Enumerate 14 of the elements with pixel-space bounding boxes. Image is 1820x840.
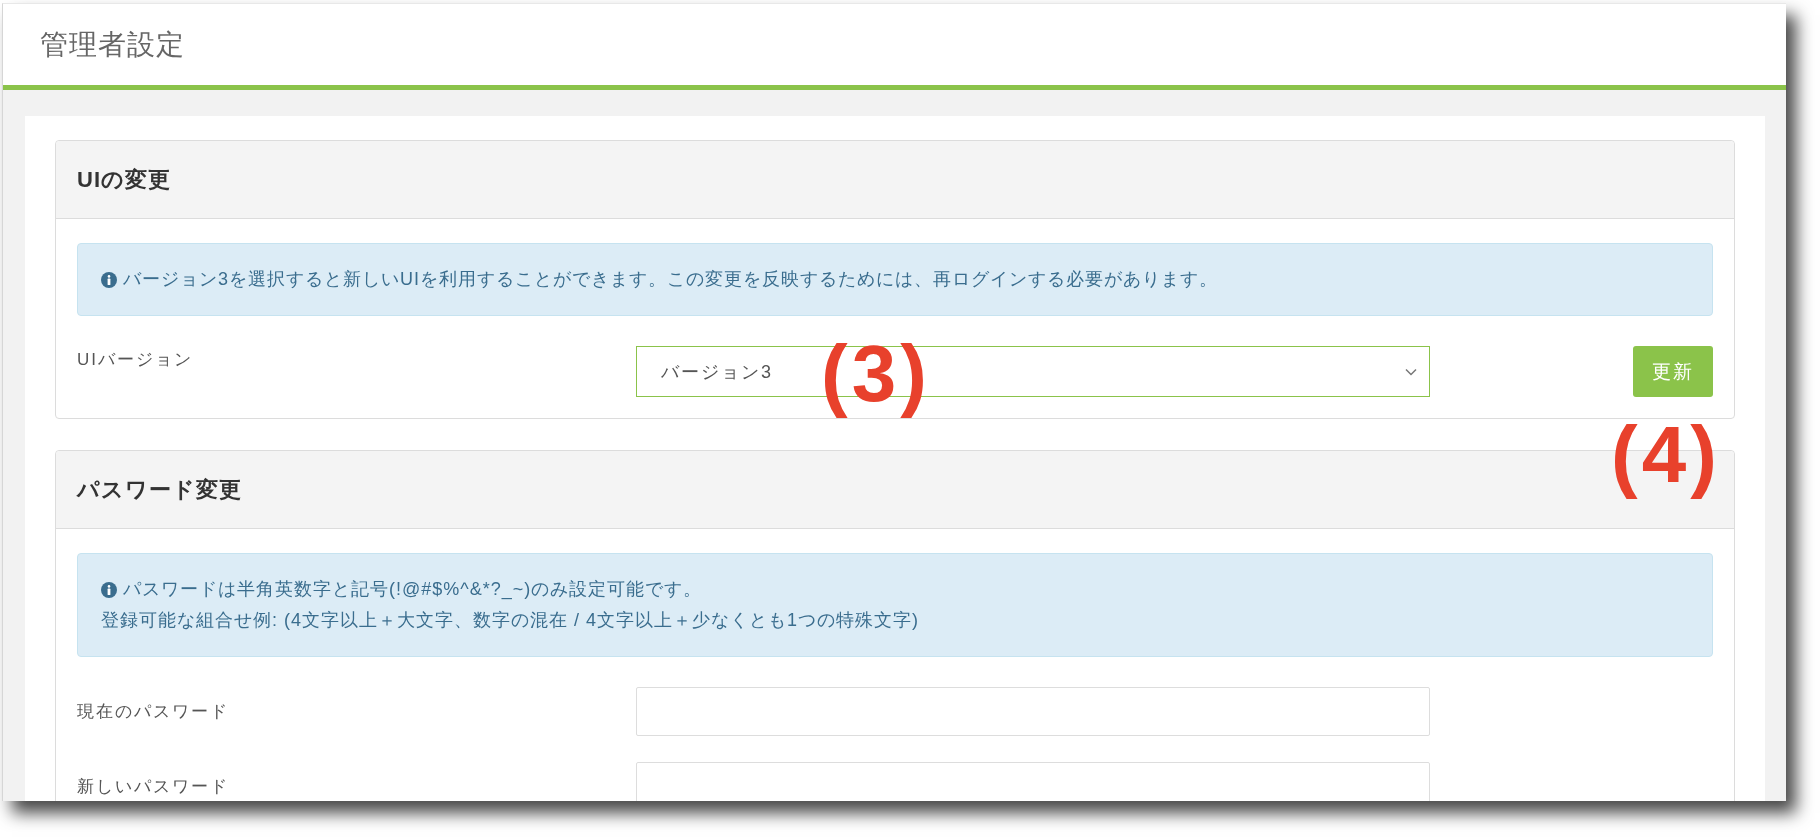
panel-title: UIの変更 bbox=[77, 165, 171, 194]
field-label: 新しいパスワード bbox=[77, 775, 229, 798]
field-label: UIバージョン bbox=[77, 349, 193, 371]
page-title: 管理者設定 bbox=[40, 27, 185, 62]
field-label: 現在のパスワード bbox=[77, 700, 229, 723]
notice-text: バージョン3を選択すると新しいUIを利用することができます。この変更を反映するためには、再ログインする必要があります。 bbox=[123, 268, 1218, 291]
password-input[interactable] bbox=[636, 762, 1430, 801]
panel-title: パスワード変更 bbox=[77, 475, 242, 504]
chevron-down-icon bbox=[1405, 367, 1417, 376]
info-icon bbox=[101, 271, 117, 288]
password-input[interactable] bbox=[636, 687, 1430, 736]
notice-text: 登録可能な組合せ例: (4文字以上＋大文字、数字の混在 / 4文字以上＋少なくとも1つの特殊文字) bbox=[101, 609, 920, 632]
notice-text: パスワードは半角英数字と記号(!@#$%^&*?_~)のみ設定可能です。 bbox=[123, 578, 703, 602]
info-icon bbox=[101, 581, 117, 598]
